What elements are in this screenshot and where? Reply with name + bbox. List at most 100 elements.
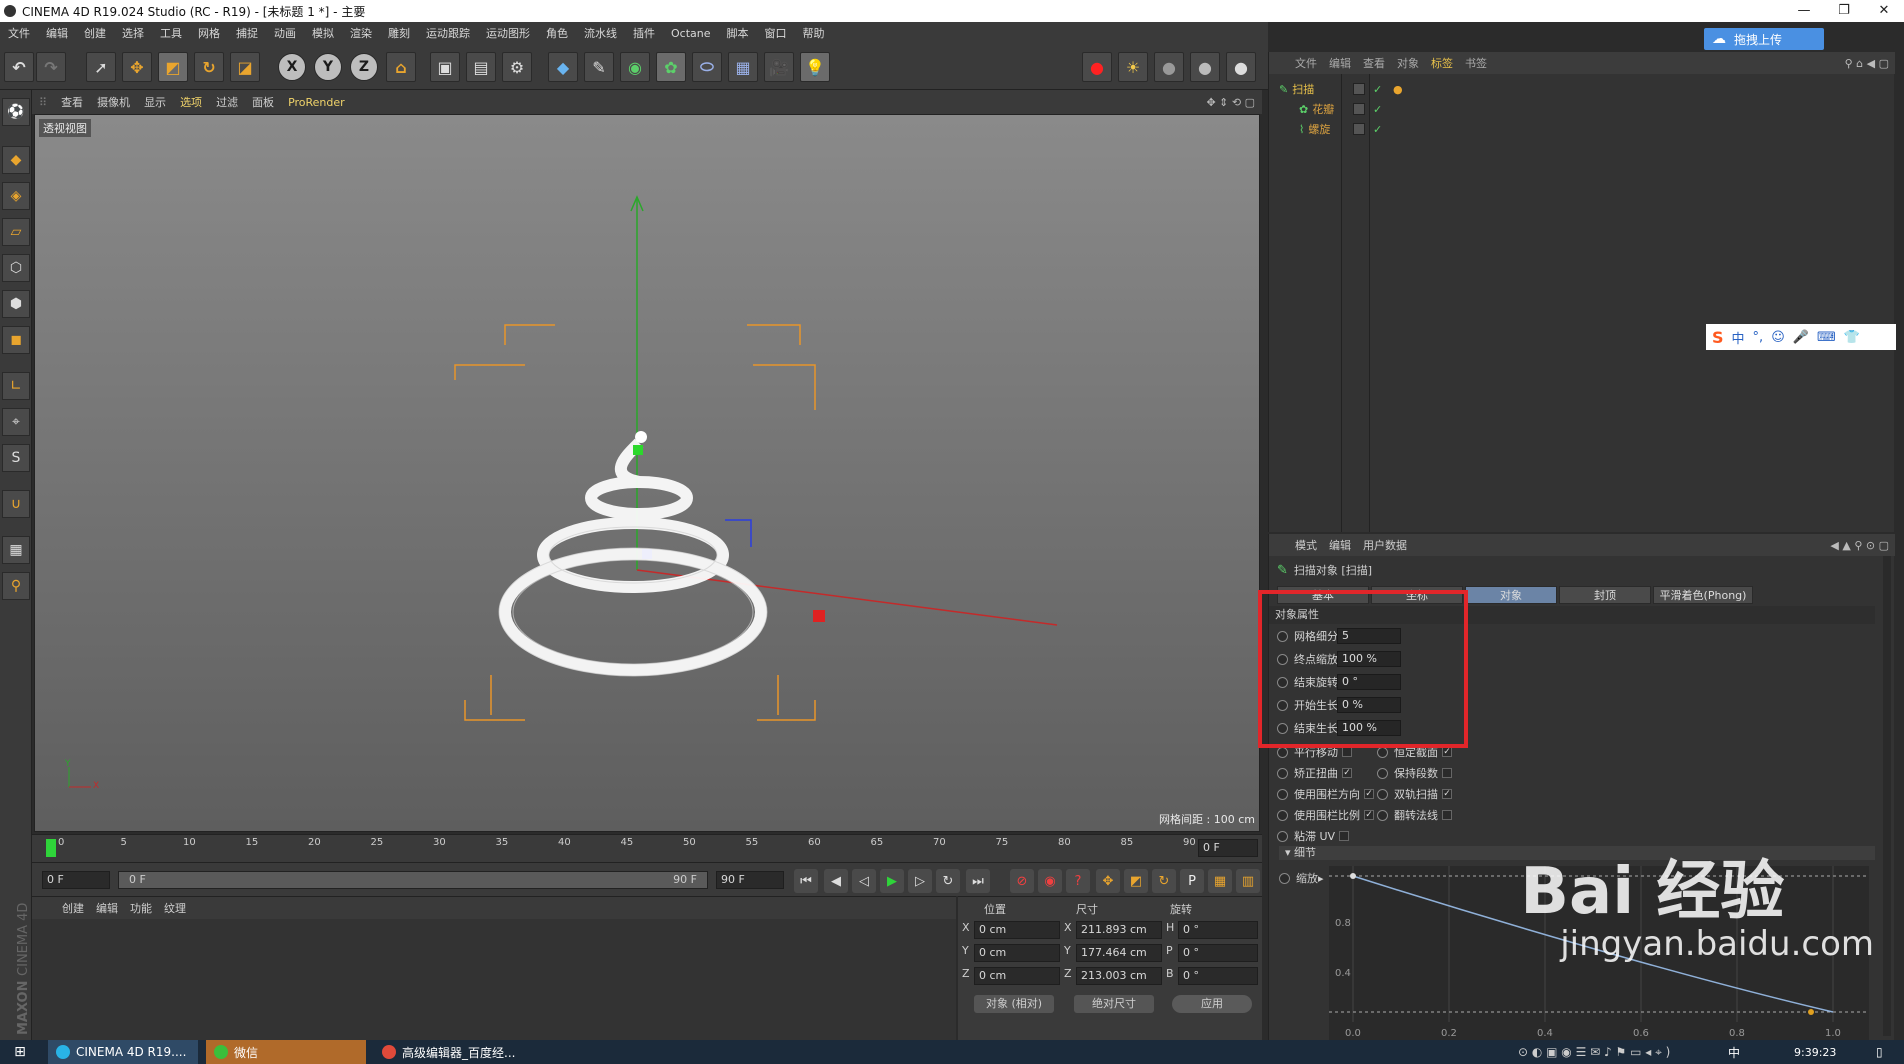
menu-window[interactable]: 窗口 [757, 25, 795, 41]
octane-record-icon[interactable]: ● [1082, 52, 1112, 82]
snap-icon[interactable]: S [2, 444, 30, 472]
rotation-field[interactable]: 0 ° [1178, 921, 1258, 939]
record-keys-icon[interactable]: ⊘ [1010, 869, 1034, 893]
checkbox[interactable] [1342, 747, 1352, 757]
checkbox[interactable]: ✓ [1342, 768, 1352, 778]
checkbox-param[interactable]: 翻转法线 [1369, 805, 1452, 825]
viewport-menu-panel[interactable]: 面板 [245, 94, 281, 110]
move-tool-icon[interactable]: ✥ [122, 52, 152, 82]
checkbox-param[interactable]: 保持段数 [1369, 763, 1452, 783]
tweak-mode-icon[interactable]: ⌖ [2, 408, 30, 436]
attr-nav-icons[interactable]: ◀ ▲ ⚲ ⊙ ▢ [1824, 539, 1895, 552]
menu-mesh[interactable]: 网格 [190, 25, 228, 41]
size-field[interactable]: 177.464 cm [1076, 944, 1162, 962]
frame-range-slider[interactable]: 0 F 90 F [118, 871, 708, 889]
menu-pipeline[interactable]: 流水线 [576, 25, 625, 41]
menu-mograph[interactable]: 运动图形 [478, 25, 538, 41]
system-tray-icons[interactable]: ⊙ ◐ ▣ ◉ ☰ ✉ ♪ ⚑ ▭ ◂ ⌖ ) [1510, 1040, 1740, 1064]
model-mode-icon[interactable]: ◆ [2, 146, 30, 174]
object-menu-bookmarks[interactable]: 书签 [1459, 55, 1493, 71]
visibility-toggle[interactable] [1353, 123, 1365, 135]
lock-workplane-icon[interactable]: ⚲ [2, 572, 30, 600]
object-search-icons[interactable]: ⚲ ⌂ ◀ ▢ [1839, 57, 1895, 70]
attr-tab[interactable]: 封顶 [1559, 586, 1651, 604]
object-menu-file[interactable]: 文件 [1289, 55, 1323, 71]
viewport-menu-view[interactable]: 查看 [54, 94, 90, 110]
x-axis-lock-icon[interactable]: X [278, 53, 306, 81]
array-mograph-icon[interactable]: ✿ [656, 52, 686, 82]
checkbox-param[interactable]: 双轨扫描 ✓ [1369, 784, 1452, 804]
material-menu-create[interactable]: 创建 [56, 900, 90, 916]
keyframe-selection-icon[interactable]: ? [1066, 869, 1090, 893]
attr-scrollbar[interactable] [1883, 556, 1891, 1036]
select-tool-icon[interactable]: ➚ [86, 52, 116, 82]
z-axis-lock-icon[interactable]: Z [350, 53, 378, 81]
object-row[interactable]: ✿ 花瓣 ✓ [1269, 100, 1889, 118]
attr-menu-edit[interactable]: 编辑 [1323, 537, 1357, 553]
position-field[interactable]: 0 cm [974, 944, 1060, 962]
timeline-window-icon[interactable]: ▥ [1236, 869, 1260, 893]
attr-menu-userdata[interactable]: 用户数据 [1357, 537, 1413, 553]
subdivision-icon[interactable]: ◉ [620, 52, 650, 82]
menu-help[interactable]: 帮助 [795, 25, 833, 41]
key-position-icon[interactable]: ✥ [1096, 869, 1120, 893]
attr-tab[interactable]: 对象 [1465, 586, 1557, 604]
checkbox[interactable]: ✓ [1442, 789, 1452, 799]
rotation-field[interactable]: 0 ° [1178, 944, 1258, 962]
key-rotation-icon[interactable]: ↻ [1152, 869, 1176, 893]
viewport-menu-cameras[interactable]: 摄像机 [90, 94, 137, 110]
checkbox[interactable] [1442, 768, 1452, 778]
menu-motion-tracking[interactable]: 运动跟踪 [418, 25, 478, 41]
size-mode-dropdown[interactable]: 绝对尺寸 [1074, 995, 1154, 1013]
make-editable-icon[interactable]: ⚽ [2, 98, 30, 126]
taskbar-item-wechat[interactable]: 微信 [206, 1040, 366, 1064]
end-frame-field[interactable]: 90 F [716, 871, 784, 889]
menu-create[interactable]: 创建 [76, 25, 114, 41]
object-menu-edit[interactable]: 编辑 [1323, 55, 1357, 71]
deformer-icon[interactable]: ⬭ [692, 52, 722, 82]
material-menu-texture[interactable]: 纹理 [158, 900, 192, 916]
rotation-field[interactable]: 0 ° [1178, 967, 1258, 985]
loop-icon[interactable]: ↻ [936, 869, 960, 893]
glossy-sphere-icon[interactable]: ● [1190, 52, 1220, 82]
menu-plugins[interactable]: 插件 [625, 25, 663, 41]
menu-sculpt[interactable]: 雕刻 [380, 25, 418, 41]
material-sphere-icon[interactable]: ● [1154, 52, 1184, 82]
workplane-mode-icon[interactable]: ▱ [2, 218, 30, 246]
checkbox-param[interactable]: 使用围栏比例 ✓ [1269, 805, 1374, 825]
menu-render[interactable]: 渲染 [342, 25, 380, 41]
undo-icon[interactable]: ↶ [4, 52, 34, 82]
render-view-icon[interactable]: ▣ [430, 52, 460, 82]
workplane-icon[interactable]: ▦ [2, 536, 30, 564]
prev-frame-icon[interactable]: ◁ [852, 869, 876, 893]
upload-button[interactable]: ☁ 拖拽上传 [1704, 28, 1824, 50]
autokey-icon[interactable]: ◉ [1038, 869, 1062, 893]
go-end-icon[interactable]: ⏭ [966, 869, 990, 893]
checkbox[interactable] [1339, 831, 1350, 841]
object-menu-objects[interactable]: 对象 [1391, 55, 1425, 71]
material-menu-function[interactable]: 功能 [124, 900, 158, 916]
render-settings-icon[interactable]: ⚙ [502, 52, 532, 82]
play-icon[interactable]: ▶ [880, 869, 904, 893]
close-button[interactable]: ✕ [1864, 0, 1904, 22]
tag-icon[interactable]: ● [1393, 83, 1403, 96]
taskbar-item-browser[interactable]: 高级编辑器_百度经... [374, 1040, 544, 1064]
redo-icon[interactable]: ↷ [36, 52, 66, 82]
attr-tab[interactable]: 平滑着色(Phong) [1653, 586, 1753, 604]
floor-environment-icon[interactable]: ▦ [728, 52, 758, 82]
object-row[interactable]: ✎ 扫描 ✓ ● [1269, 80, 1889, 98]
menu-animate[interactable]: 动画 [266, 25, 304, 41]
notifications-icon[interactable]: ▯ [1876, 1040, 1896, 1064]
cube-object-icon[interactable]: ◆ [548, 52, 578, 82]
viewport-menu-prorender[interactable]: ProRender [281, 96, 352, 109]
edges-mode-icon[interactable]: ⬢ [2, 290, 30, 318]
taskbar-item-cinema4d[interactable]: CINEMA 4D R19.... [48, 1040, 198, 1064]
next-frame-icon[interactable]: ▷ [908, 869, 932, 893]
menu-simulate[interactable]: 模拟 [304, 25, 342, 41]
magnet-icon[interactable]: ∪ [2, 490, 30, 518]
y-axis-lock-icon[interactable]: Y [314, 53, 342, 81]
camera-icon[interactable]: 🎥 [764, 52, 794, 82]
ime-toolbar[interactable]: S 中 °, ☺ 🎤 ⌨ 👕 [1706, 324, 1896, 350]
menu-character[interactable]: 角色 [538, 25, 576, 41]
go-start-icon[interactable]: ⏮ [794, 869, 818, 893]
